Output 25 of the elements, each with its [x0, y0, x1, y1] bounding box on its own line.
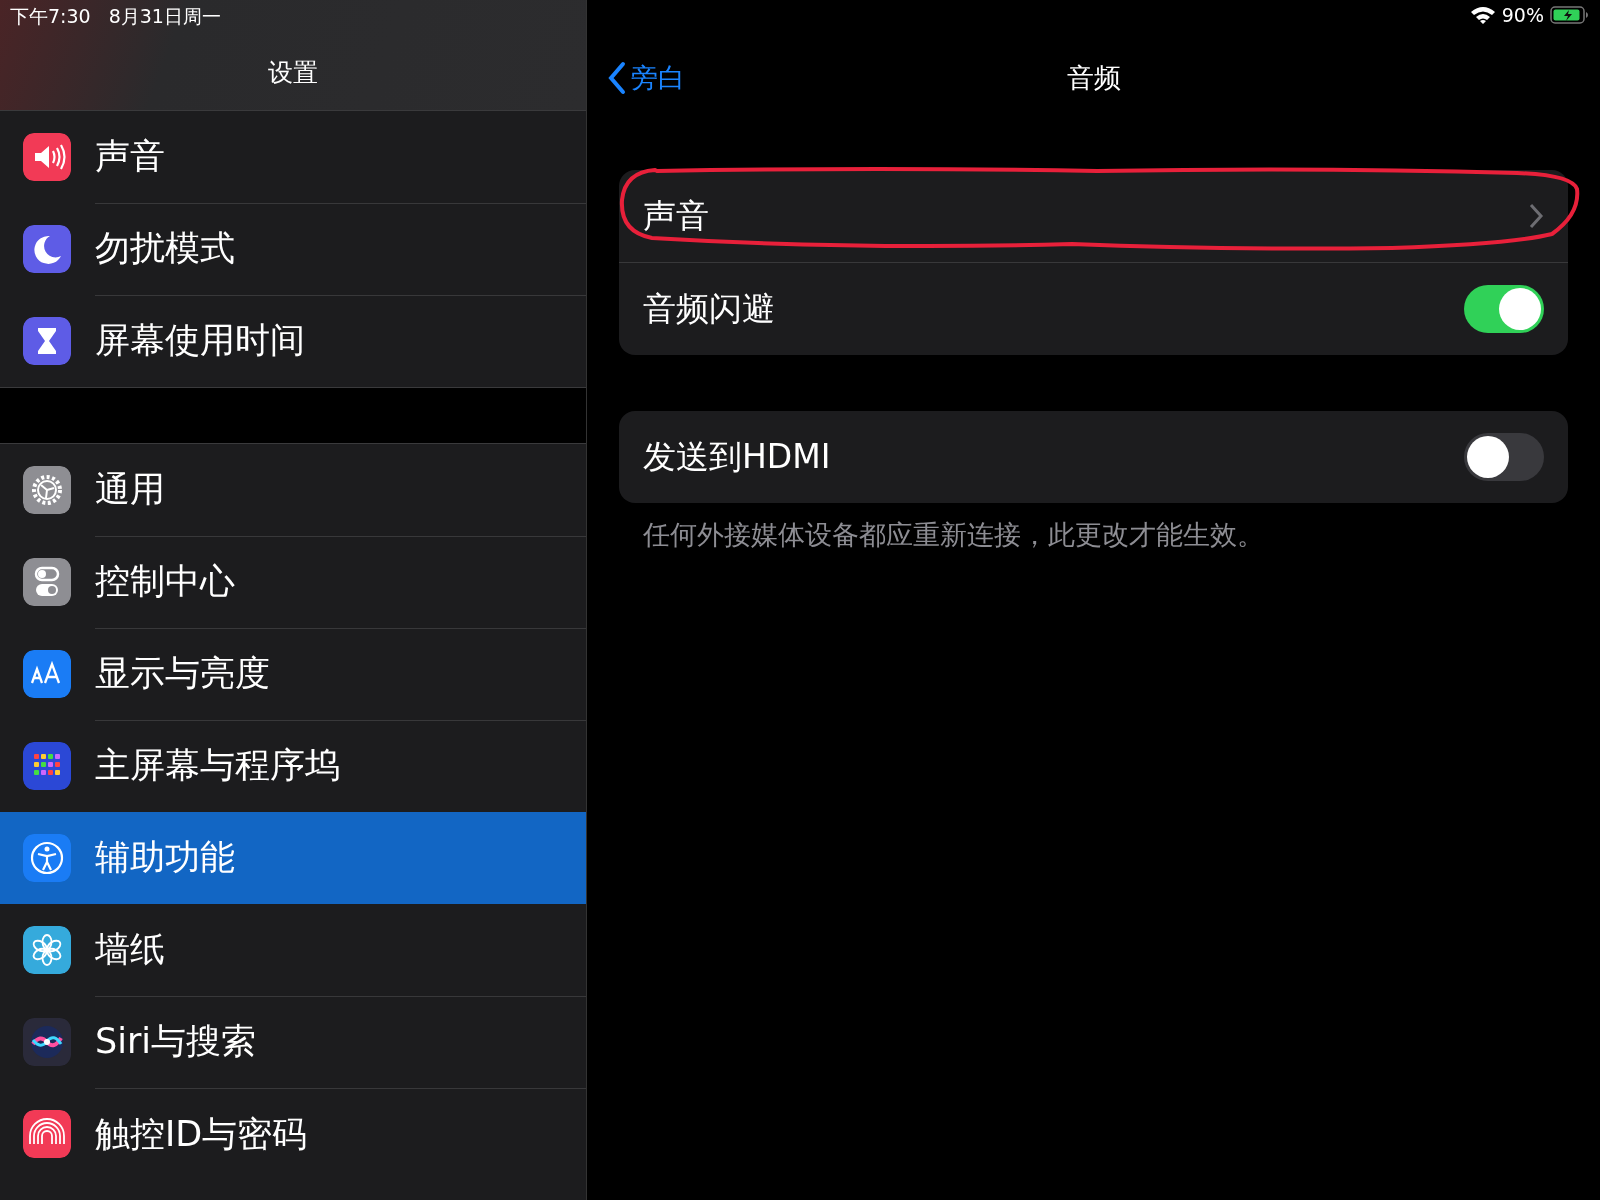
settings-item[interactable]: 勿扰模式	[0, 203, 586, 295]
settings-item[interactable]: 通用	[0, 444, 586, 536]
page-title: 音频	[1066, 62, 1121, 93]
settings-item[interactable]: 显示与亮度	[0, 628, 586, 720]
settings-row[interactable]: 音频闪避	[619, 263, 1568, 355]
settings-item[interactable]: 墙纸	[0, 904, 586, 996]
settings-item[interactable]: 触控ID与密码	[0, 1088, 586, 1180]
settings-item[interactable]: 辅助功能	[0, 812, 586, 904]
chevron-left-icon	[607, 61, 627, 95]
battery-icon	[1550, 5, 1590, 25]
toggle-switch[interactable]	[1464, 433, 1544, 481]
settings-item[interactable]: 控制中心	[0, 536, 586, 628]
back-button[interactable]: 旁白	[607, 60, 685, 96]
settings-row[interactable]: 声音	[619, 170, 1568, 263]
battery-percent: 90%	[1501, 4, 1544, 26]
status-date: 8月31日周一	[108, 4, 221, 26]
footer-note: 任何外接媒体设备都应重新连接，此更改才能生效。	[643, 518, 1265, 552]
chevron-icon	[1528, 202, 1544, 230]
wifi-icon	[1469, 5, 1496, 25]
settings-row[interactable]: 发送到HDMI	[619, 411, 1568, 503]
status-time: 下午7:30	[10, 4, 91, 26]
sidebar-title: 设置	[268, 57, 318, 89]
settings-item[interactable]: Siri与搜索	[0, 996, 586, 1088]
settings-item[interactable]: 声音	[0, 111, 586, 203]
toggle-switch[interactable]	[1464, 285, 1544, 333]
